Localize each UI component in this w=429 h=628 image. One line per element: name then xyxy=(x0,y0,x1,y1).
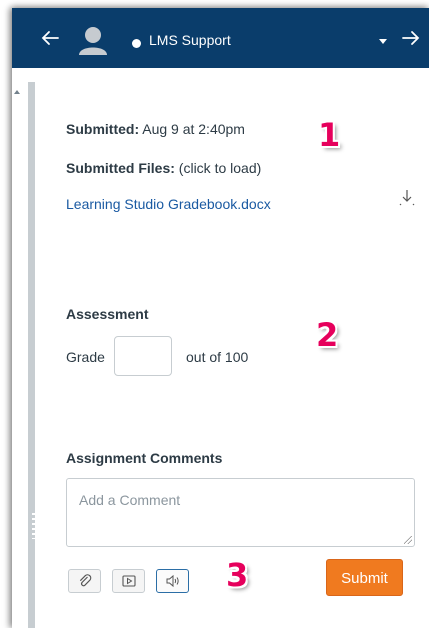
download-icon[interactable] xyxy=(397,188,417,208)
arrow-right-icon[interactable] xyxy=(399,26,423,50)
scroll-up-icon[interactable] xyxy=(14,90,20,94)
media-comment-button[interactable] xyxy=(112,569,145,593)
submitted-date-row: Submitted: Aug 9 at 2:40pm xyxy=(66,121,245,137)
callout-number-2: 2 xyxy=(316,316,339,354)
chevron-down-icon[interactable] xyxy=(379,39,387,44)
grade-input[interactable] xyxy=(114,336,172,376)
submitted-files-row: Submitted Files: (click to load) xyxy=(66,160,261,176)
submitted-files-hint: (click to load) xyxy=(178,160,262,176)
speech-recognition-button[interactable] xyxy=(156,569,189,593)
assessment-heading: Assessment xyxy=(66,306,149,322)
submitted-file-link[interactable]: Learning Studio Gradebook.docx xyxy=(66,196,271,212)
callout-number-3: 3 xyxy=(226,556,249,594)
submitted-value: Aug 9 at 2:40pm xyxy=(142,121,245,137)
user-avatar-icon[interactable] xyxy=(76,23,110,57)
speedgrader-panel: LMS Support Submitted: Aug 9 at 2:40pm S… xyxy=(12,8,429,628)
grade-out-of: out of 100 xyxy=(186,349,249,365)
comment-textarea[interactable]: Add a Comment xyxy=(66,478,415,547)
assignment-comments-heading: Assignment Comments xyxy=(66,450,223,466)
status-dot-icon xyxy=(132,39,141,48)
speech-audio-icon xyxy=(166,574,179,588)
paperclip-icon xyxy=(79,574,92,587)
grade-label: Grade xyxy=(66,349,105,365)
resize-grip-icon[interactable] xyxy=(404,536,412,544)
drag-handle[interactable] xyxy=(32,513,35,539)
media-play-icon xyxy=(122,575,136,587)
rail-track xyxy=(28,82,35,628)
attach-file-button[interactable] xyxy=(68,569,101,593)
comment-placeholder: Add a Comment xyxy=(79,492,181,508)
arrow-left-icon[interactable] xyxy=(38,26,62,50)
submitted-label: Submitted: xyxy=(66,121,140,137)
submitted-files-label: Submitted Files: xyxy=(66,160,175,176)
callout-number-1: 1 xyxy=(318,116,341,154)
submit-button[interactable]: Submit xyxy=(326,559,403,596)
student-name[interactable]: LMS Support xyxy=(149,32,231,48)
student-navigation-bar: LMS Support xyxy=(12,8,429,68)
panel-resize-rail xyxy=(12,68,36,628)
